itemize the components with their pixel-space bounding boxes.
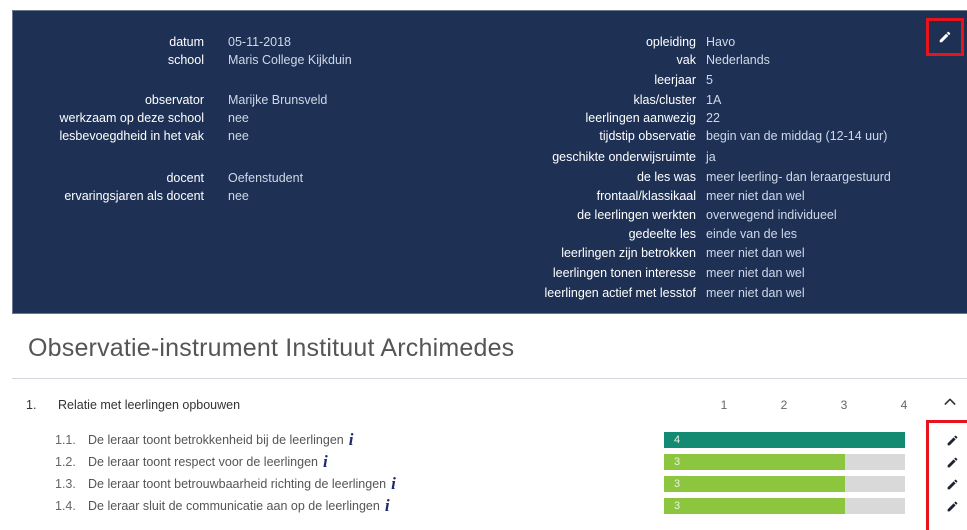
scale-label-4: 4 [900, 398, 908, 412]
score-bar: 3 [664, 498, 905, 514]
edit-item-button[interactable] [942, 431, 962, 449]
field-label: geschikte onderwijsruimte [552, 150, 696, 164]
info-icon[interactable]: i [385, 497, 390, 514]
field-label: leerlingen aanwezig [585, 111, 697, 125]
field-onderwijsruimte: geschikte onderwijsruimte ja [13, 148, 953, 166]
top-strip [0, 0, 967, 10]
info-icon[interactable]: i [323, 453, 328, 470]
pencil-icon [947, 479, 957, 489]
divider [12, 378, 967, 379]
score-bar: 4 [664, 432, 905, 448]
field-opleiding: opleiding Havo [13, 33, 953, 51]
list-item: 1.1. De leraar toont betrokkenheid bij de… [12, 430, 967, 450]
pencil-icon [947, 435, 957, 445]
field-gedeelte-les: gedeelte les einde van de les [13, 225, 953, 243]
field-label: gedeelte les [628, 227, 696, 241]
edit-item-button[interactable] [942, 497, 962, 515]
item-number: 1.3. [55, 477, 76, 491]
field-label: leerlingen zijn betrokken [561, 246, 696, 260]
observation-info-panel: datum 05-11-2018 school Maris College Ki… [12, 10, 967, 314]
section-header[interactable]: 1. Relatie met leerlingen opbouwen 1 2 3… [12, 390, 967, 420]
item-label: De leraar toont betrouwbaarheid richting… [88, 477, 387, 491]
field-value: meer niet dan wel [706, 266, 805, 280]
item-label: De leraar toont respect voor de leerling… [88, 455, 318, 469]
item-text: De leraar toont betrokkenheid bij de lee… [88, 431, 354, 448]
field-leerjaar: leerjaar 5 [13, 71, 953, 89]
field-tijdstip: tijdstip observatie begin van de middag … [13, 127, 953, 145]
field-label: de les was [636, 170, 696, 184]
field-interesse: leerlingen tonen interesse meer niet dan… [13, 264, 953, 282]
field-betrokken: leerlingen zijn betrokken meer niet dan … [13, 244, 953, 262]
score-label: 3 [674, 478, 681, 490]
score-bar-fill [664, 498, 845, 514]
field-label: tijdstip observatie [599, 129, 696, 143]
field-value: Havo [706, 35, 736, 49]
score-label: 3 [674, 456, 681, 468]
score-label: 4 [674, 434, 681, 446]
field-label: de leerlingen werkten [577, 208, 696, 222]
field-value: 22 [706, 111, 720, 125]
page-title: Observatie-instrument Instituut Archimed… [28, 334, 515, 362]
field-frontaal: frontaal/klassikaal meer niet dan wel [13, 187, 953, 205]
collapse-section-button[interactable] [942, 394, 966, 416]
scale-label-1: 1 [720, 398, 728, 412]
item-number: 1.1. [55, 433, 76, 447]
field-klas-cluster: klas/cluster 1A [13, 91, 953, 109]
list-item: 1.3. De leraar toont betrouwbaarheid rich… [12, 474, 967, 494]
scale-label-2: 2 [780, 398, 788, 412]
field-value: Nederlands [706, 53, 770, 67]
item-label: De leraar sluit de communicatie aan op d… [88, 499, 380, 513]
list-item: 1.2. De leraar toont respect voor de leer… [12, 452, 967, 472]
field-label: leerlingen tonen interesse [552, 266, 696, 280]
field-label: opleiding [645, 35, 696, 49]
score-bar-fill [664, 454, 845, 470]
field-label: leerjaar [654, 73, 696, 87]
edit-item-button[interactable] [942, 453, 962, 471]
item-number: 1.2. [55, 455, 76, 469]
chevron-up-icon [944, 398, 956, 405]
field-value: 1A [706, 93, 722, 107]
field-value: meer niet dan wel [706, 286, 805, 300]
pencil-icon [947, 457, 957, 467]
info-icon[interactable]: i [349, 431, 354, 448]
field-value: ja [706, 150, 716, 164]
field-value: 5 [706, 73, 713, 87]
field-label: klas/cluster [633, 93, 696, 107]
edit-header-button[interactable] [926, 18, 964, 56]
page: datum 05-11-2018 school Maris College Ki… [0, 0, 967, 530]
field-value: meer leerling- dan leraargestuurd [706, 170, 891, 184]
field-leerlingen-werkten: de leerlingen werkten overwegend individ… [13, 206, 953, 224]
scale-label-3: 3 [840, 398, 848, 412]
field-label: leerlingen actief met lesstof [544, 286, 696, 300]
score-bar-fill [664, 432, 905, 448]
score-bar: 3 [664, 476, 905, 492]
field-actief: leerlingen actief met lesstof meer niet … [13, 284, 953, 302]
score-bar: 3 [664, 454, 905, 470]
field-leerlingen-aanwezig: leerlingen aanwezig 22 [13, 109, 953, 127]
field-label: frontaal/klassikaal [596, 189, 696, 203]
field-value: einde van de les [706, 227, 798, 241]
field-value: meer niet dan wel [706, 246, 805, 260]
section-number: 1. [26, 398, 37, 412]
item-text: De leraar sluit de communicatie aan op d… [88, 497, 390, 514]
info-icon[interactable]: i [391, 475, 396, 492]
item-number: 1.4. [55, 499, 76, 513]
score-bar-fill [664, 476, 845, 492]
item-text: De leraar toont betrouwbaarheid richting… [88, 475, 396, 492]
field-vak: vak Nederlands [13, 51, 953, 69]
edit-item-button[interactable] [942, 475, 962, 493]
pencil-icon [939, 31, 951, 43]
field-value: overwegend individueel [706, 208, 837, 222]
field-value: begin van de middag (12-14 uur) [706, 129, 888, 143]
item-label: De leraar toont betrokkenheid bij de lee… [88, 433, 344, 447]
list-item: 1.4. De leraar sluit de communicatie aan … [12, 496, 967, 516]
field-label: vak [676, 53, 696, 67]
item-text: De leraar toont respect voor de leerling… [88, 453, 328, 470]
field-value: meer niet dan wel [706, 189, 805, 203]
score-label: 3 [674, 500, 681, 512]
pencil-icon [947, 501, 957, 511]
field-de-les-was: de les was meer leerling- dan leraargest… [13, 168, 953, 186]
section-title: Relatie met leerlingen opbouwen [58, 398, 241, 412]
